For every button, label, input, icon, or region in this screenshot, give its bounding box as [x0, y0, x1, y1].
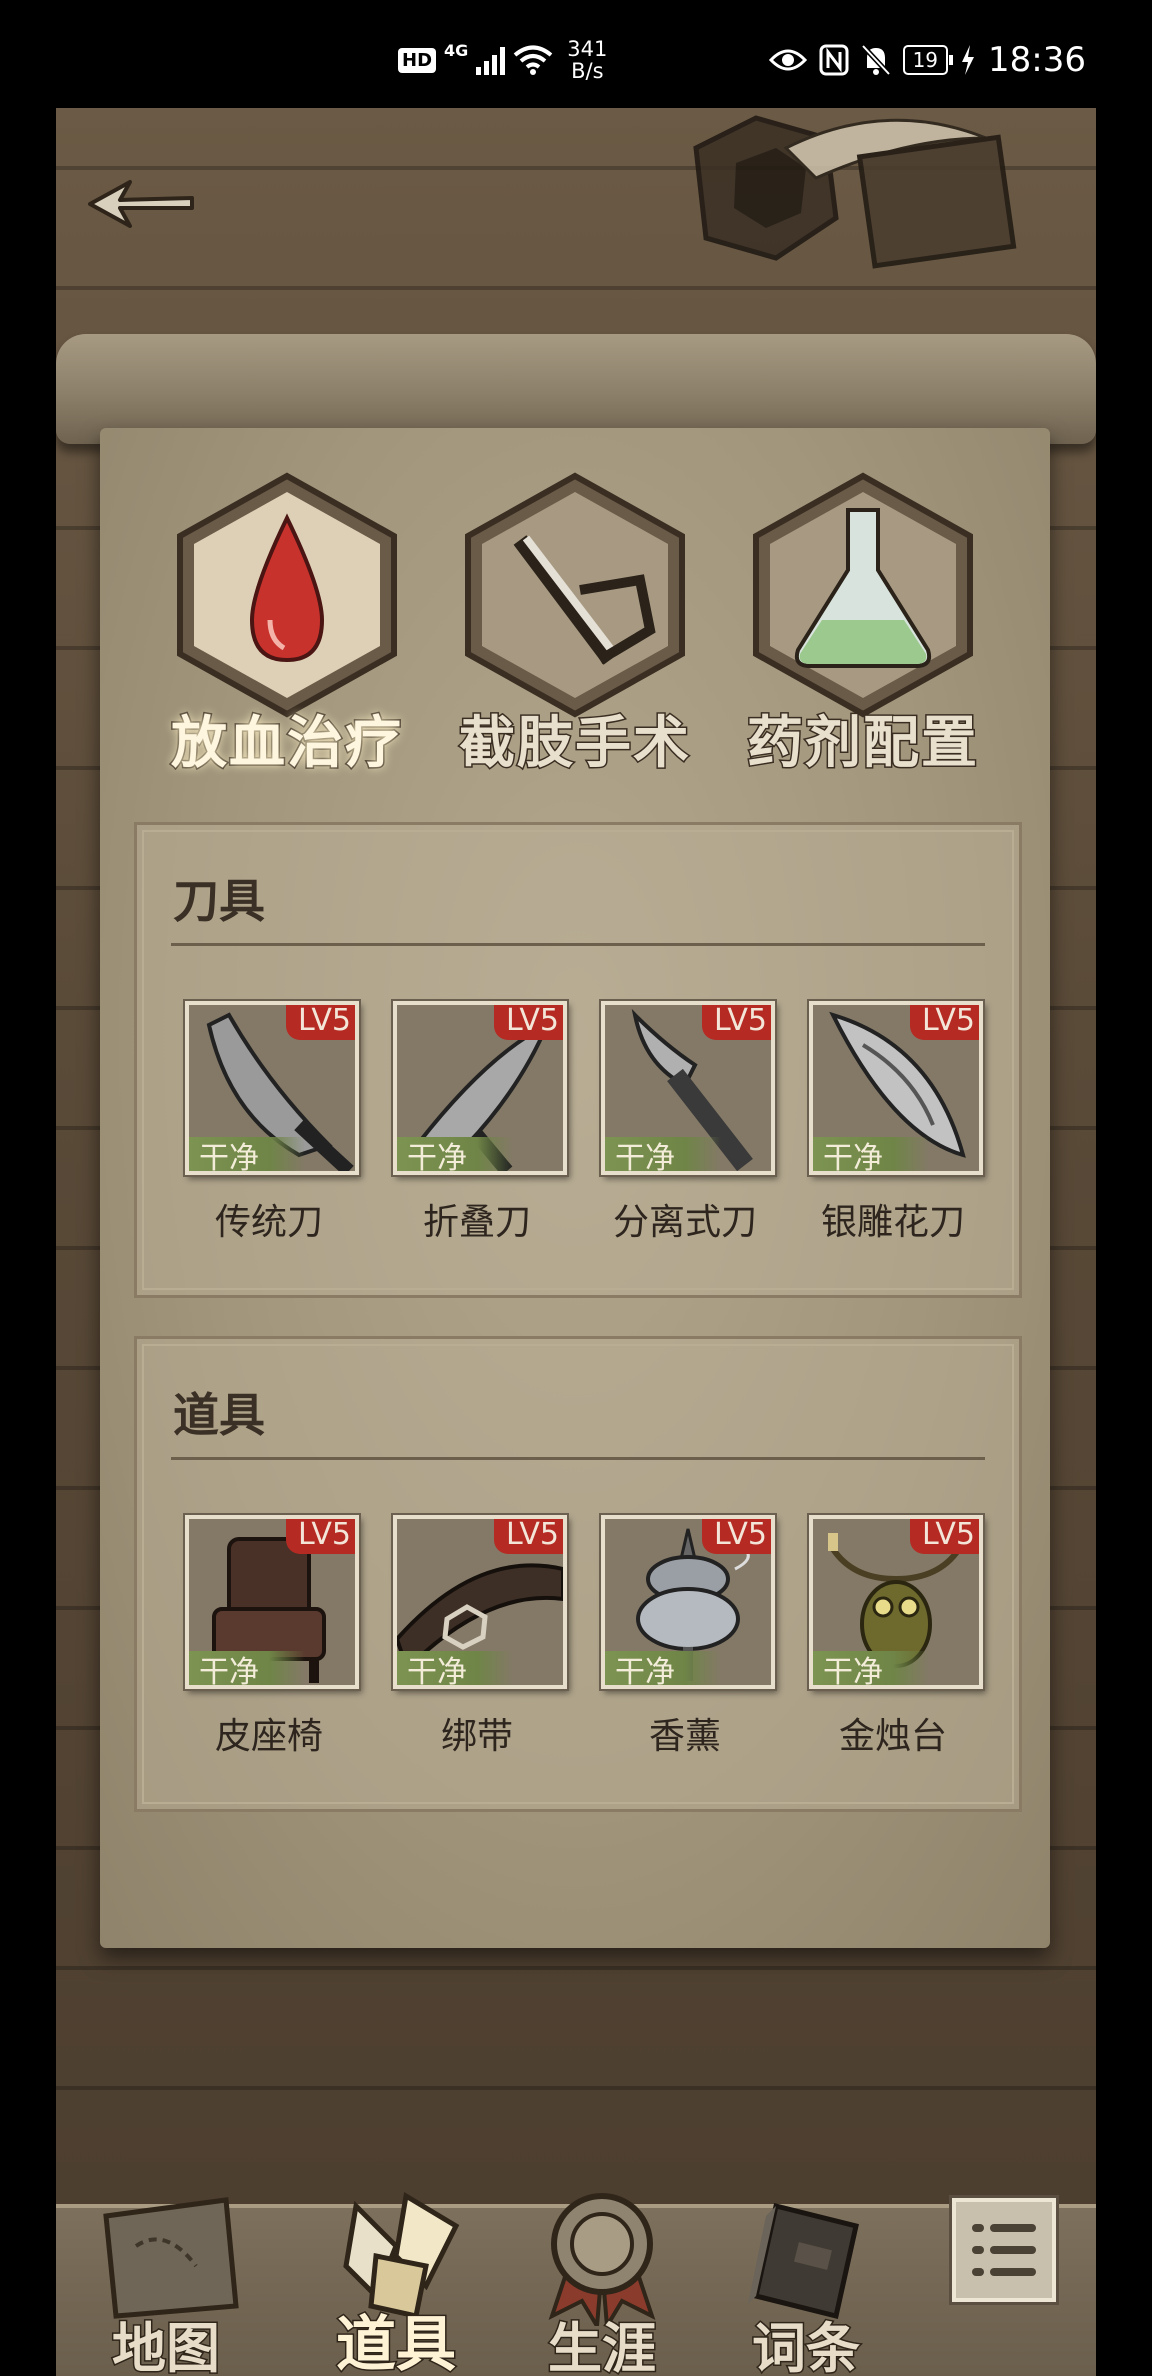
item-detachable-knife[interactable]: LV5 干净 分离式刀 [595, 1001, 775, 1243]
back-arrow-icon[interactable] [86, 168, 196, 238]
item-folding-knife[interactable]: LV5 干净 折叠刀 [387, 1001, 567, 1243]
clean-badge: 干净 [397, 1651, 513, 1685]
level-badge: LV5 [909, 1005, 979, 1040]
item-leather-chair[interactable]: LV5 干净 皮座椅 [179, 1515, 359, 1757]
tab-potion[interactable]: 药剂配置 [738, 470, 988, 778]
item-silver-carved-knife[interactable]: LV5 干净 银雕花刀 [803, 1001, 983, 1243]
nav-label: 道具 [335, 2309, 458, 2376]
tab-amputation[interactable]: 截肢手术 [450, 470, 700, 778]
status-bar: HD 4G 341 B/s 19 18:36 [0, 0, 1152, 108]
game-screen: 放血治疗 截肢手术 药剂配置 刀具 LV5 干净 传统刀 LV5 干净 折叠刀 … [56, 108, 1096, 2376]
menu-button[interactable] [952, 2198, 1056, 2302]
clean-badge: 干净 [605, 1137, 721, 1171]
hd-indicator: HD [398, 47, 437, 73]
item-bandage[interactable]: LV5 干净 绑带 [387, 1515, 567, 1757]
nav-label: 词条 [751, 2316, 862, 2376]
eye-icon [768, 49, 807, 71]
divider [171, 943, 985, 946]
item-name: 分离式刀 [612, 1202, 757, 1243]
tab-label: 药剂配置 [746, 710, 979, 778]
knives-panel: 刀具 LV5 干净 传统刀 LV5 干净 折叠刀 LV5 干净 分离式刀 LV5… [134, 822, 1022, 1298]
item-incense[interactable]: LV5 干净 香薰 [595, 1515, 775, 1757]
blood-drop-icon [177, 472, 397, 718]
tab-label: 放血治疗 [170, 710, 403, 778]
nav-tools[interactable]: 道具 [296, 2191, 496, 2376]
battery-icon: 19 [902, 45, 954, 75]
wifi-icon [514, 45, 553, 75]
nav-label: 生涯 [547, 2316, 658, 2376]
inkwell-quill-decoration [693, 115, 1017, 269]
panel-title: 刀具 [173, 874, 265, 928]
mute-bell-icon [860, 44, 891, 76]
nav-map[interactable]: 地图 [66, 2197, 266, 2376]
clock: 18:36 [988, 40, 1086, 80]
nav-label: 地图 [111, 2316, 222, 2376]
charging-icon [962, 45, 975, 75]
bottom-nav: 地图 道具 生涯 词条 [56, 2191, 1096, 2376]
clean-badge: 干净 [605, 1651, 721, 1685]
level-badge: LV5 [701, 1519, 771, 1554]
clean-badge: 干净 [189, 1137, 305, 1171]
item-name: 折叠刀 [422, 1202, 531, 1243]
item-name: 绑带 [440, 1716, 513, 1757]
item-name: 传统刀 [214, 1202, 323, 1243]
flask-icon [753, 472, 973, 718]
item-traditional-knife[interactable]: LV5 干净 传统刀 [179, 1001, 359, 1243]
clean-badge: 干净 [813, 1137, 929, 1171]
tab-label: 截肢手术 [458, 710, 691, 778]
network-type: 4G [444, 40, 469, 60]
item-name: 金烛台 [838, 1716, 947, 1757]
panel-title: 道具 [173, 1388, 265, 1442]
clean-badge: 干净 [813, 1651, 929, 1685]
level-badge: LV5 [701, 1005, 771, 1040]
nfc-icon [819, 44, 849, 76]
signal-icon [476, 45, 506, 75]
item-name: 皮座椅 [214, 1716, 323, 1757]
nav-entries[interactable]: 词条 [706, 2202, 906, 2376]
network-speed: 341 B/s [567, 37, 608, 83]
saw-icon [465, 472, 685, 718]
level-badge: LV5 [909, 1519, 979, 1554]
tools-panel: 道具 LV5 干净 皮座椅 LV5 干净 绑带 LV5 干净 香薰 LV5 干净… [134, 1336, 1022, 1812]
divider [171, 1457, 985, 1460]
clean-badge: 干净 [397, 1137, 513, 1171]
level-badge: LV5 [493, 1005, 563, 1040]
nav-career[interactable]: 生涯 [502, 2193, 702, 2376]
tab-bloodletting[interactable]: 放血治疗 [162, 470, 412, 778]
clean-badge: 干净 [189, 1651, 305, 1685]
level-badge: LV5 [493, 1519, 563, 1554]
level-badge: LV5 [285, 1005, 355, 1040]
level-badge: LV5 [285, 1519, 355, 1554]
item-name: 香薰 [648, 1716, 721, 1757]
item-golden-candlestick[interactable]: LV5 干净 金烛台 [803, 1515, 983, 1757]
item-name: 银雕花刀 [820, 1202, 965, 1243]
